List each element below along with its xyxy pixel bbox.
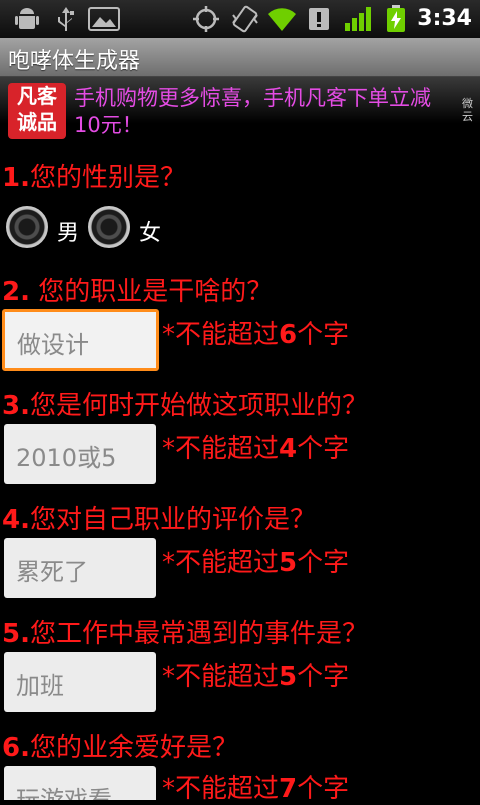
question-number: 2. — [2, 277, 30, 307]
gallery-icon — [88, 7, 120, 31]
char-limit-hint: *不能超过6个字 — [162, 314, 349, 351]
hint-limit: 6 — [279, 320, 298, 350]
question-text: 您的业余爱好是？ — [29, 733, 238, 763]
question-5: 5.您工作中最常遇到的事件是？ — [2, 613, 368, 650]
hint-prefix: *不能超过 — [162, 320, 280, 350]
ad-provider-label: 微云 — [462, 97, 473, 123]
occupation-input[interactable]: 做设计 — [2, 309, 159, 371]
ad-banner[interactable]: 凡客 诚品 手机购物更多惊喜，手机凡客下单立减10元！ 微云 — [0, 77, 480, 143]
hint-limit: 5 — [279, 662, 298, 692]
hint-limit: 5 — [279, 548, 298, 578]
page-title: 咆哮体生成器 — [8, 49, 141, 74]
gps-icon — [193, 6, 219, 32]
hint-prefix: *不能超过 — [162, 662, 280, 692]
usb-icon — [58, 7, 74, 31]
char-limit-hint: *不能超过4个字 — [162, 428, 349, 465]
question-3: 3.您是何时开始做这项职业的？ — [2, 385, 368, 422]
question-number: 5. — [2, 619, 30, 649]
gender-female-radio[interactable] — [88, 206, 130, 248]
clock: 3:34 — [417, 6, 472, 31]
signal-icon — [345, 7, 371, 31]
battery-charging-icon — [387, 5, 405, 32]
question-text: 您的性别是？ — [29, 163, 186, 193]
hint-limit: 4 — [279, 434, 298, 464]
hint-suffix: 个字 — [297, 662, 350, 692]
hint-prefix: *不能超过 — [162, 548, 280, 578]
question-4: 4.您对自己职业的评价是？ — [2, 499, 316, 536]
logo-line-1: 凡客 — [17, 84, 57, 108]
question-text: 您工作中最常遇到的事件是？ — [29, 619, 368, 649]
question-text: 您的职业是干啥的？ — [29, 277, 273, 307]
char-limit-hint: *不能超过5个字 — [162, 542, 349, 579]
hint-suffix: 个字 — [297, 320, 350, 350]
hint-suffix: 个字 — [297, 548, 350, 578]
hint-suffix: 个字 — [297, 434, 350, 464]
question-number: 3. — [2, 391, 30, 421]
gender-male-radio[interactable] — [6, 206, 48, 248]
question-number: 4. — [2, 505, 30, 535]
logo-line-2: 诚品 — [17, 110, 57, 134]
vibrate-icon — [232, 5, 258, 33]
question-number: 1. — [2, 163, 30, 193]
question-number: 6. — [2, 733, 30, 763]
common-event-input[interactable]: 加班 — [4, 652, 156, 712]
question-1: 1.您的性别是？ — [2, 157, 186, 194]
android-debug-icon — [15, 8, 39, 29]
question-text: 您对自己职业的评价是？ — [29, 505, 316, 535]
ad-text[interactable]: 手机购物更多惊喜，手机凡客下单立减10元！ — [74, 85, 444, 139]
char-limit-hint: *不能超过7个字 — [162, 768, 349, 805]
wifi-icon — [268, 8, 296, 32]
evaluation-input[interactable]: 累死了 — [4, 538, 156, 598]
app-title-bar: 咆哮体生成器 — [0, 38, 480, 77]
status-bar: 3:34 — [0, 0, 480, 38]
char-limit-hint: *不能超过5个字 — [162, 656, 349, 693]
question-2: 2. 您的职业是干啥的？ — [2, 271, 272, 308]
gender-female-label: 女 — [139, 221, 162, 246]
hint-prefix: *不能超过 — [162, 434, 280, 464]
start-time-input[interactable]: 2010或5 — [4, 424, 156, 484]
alert-icon — [309, 8, 329, 30]
question-text: 您是何时开始做这项职业的？ — [29, 391, 368, 421]
gender-male-label: 男 — [57, 221, 80, 246]
question-6: 6.您的业余爱好是？ — [2, 727, 238, 764]
vancl-logo[interactable]: 凡客 诚品 — [8, 83, 66, 139]
hobby-input[interactable]: 玩游戏看 — [4, 766, 156, 800]
